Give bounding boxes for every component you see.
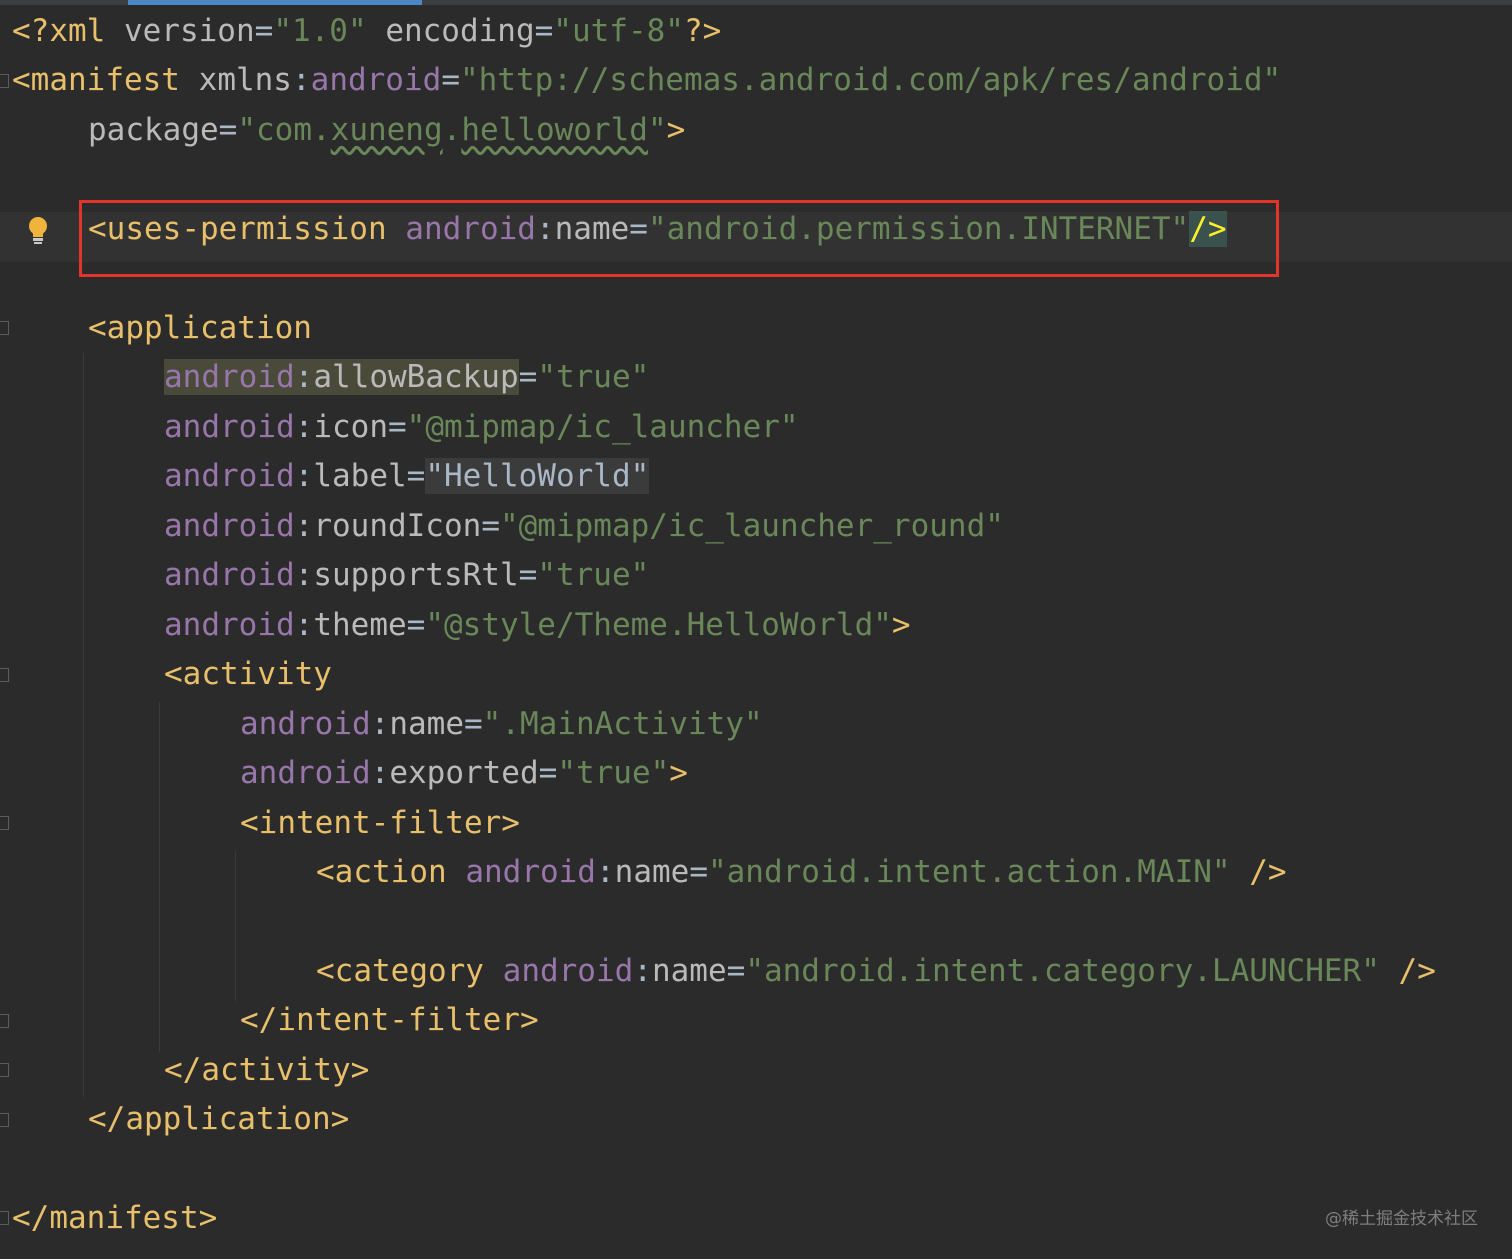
code-line-activity-close: </activity> <box>164 1047 369 1093</box>
fold-icon[interactable] <box>0 1063 9 1077</box>
namespace-android: android <box>164 359 295 395</box>
attr-theme: theme <box>313 607 407 643</box>
code-editor[interactable]: <?xml version="1.0" encoding="utf-8"?> <… <box>0 8 1512 1259</box>
value-activity-name: ".MainActivity" <box>482 706 763 742</box>
code-line-app-attr: android:theme="@style/Theme.HelloWorld"> <box>164 607 911 643</box>
attr-exported: exported <box>389 755 539 791</box>
attr-supportsrtl: supportsRtl <box>313 557 519 593</box>
attr-name: name <box>389 706 464 742</box>
namespace-android: android <box>240 755 371 791</box>
namespace-android: android <box>465 854 596 890</box>
namespace-android: android <box>164 458 295 494</box>
code-line-app-attr: android:roundIcon="@mipmap/ic_launcher_r… <box>164 508 1004 544</box>
code-line-manifest-open: <manifest xmlns:android="http://schemas.… <box>12 62 1282 98</box>
value-package-typo[interactable]: xuneng <box>331 112 443 148</box>
tag-close: > <box>891 607 911 643</box>
attr-icon: icon <box>313 409 388 445</box>
fold-icon[interactable] <box>0 1211 9 1225</box>
value-action: "android.intent.action.MAIN" <box>707 854 1231 890</box>
value-category: "android.intent.category.LAUNCHER" <box>745 953 1380 989</box>
namespace-android: android <box>502 953 634 989</box>
code-line-activity-attr: android:exported="true"> <box>240 755 688 791</box>
fold-icon[interactable] <box>0 1014 9 1028</box>
tag-manifest-close: </manifest> <box>12 1200 218 1236</box>
xml-decl-open: <?xml <box>12 13 124 49</box>
value-roundicon: "@mipmap/ic_launcher_round" <box>499 508 1004 544</box>
value-allowbackup: "true" <box>537 359 650 395</box>
lightbulb-icon[interactable] <box>27 216 49 246</box>
indent-guide <box>159 702 160 1052</box>
indent-guide <box>83 353 84 1097</box>
namespace-android: android <box>164 557 295 593</box>
namespace-android: android <box>164 409 295 445</box>
fold-icon[interactable] <box>0 668 9 682</box>
fold-icon[interactable] <box>0 74 9 88</box>
code-line-application-open: <application <box>88 305 312 351</box>
value-package-suffix: " <box>647 112 667 148</box>
indent-guide <box>235 851 236 1001</box>
attr-allowbackup: allowBackup <box>313 359 519 395</box>
fold-icon[interactable] <box>0 816 9 830</box>
value-package-dot: . <box>442 112 462 148</box>
namespace-android: android <box>164 508 295 544</box>
tag-activity-close: </activity> <box>164 1052 370 1088</box>
code-line-action: <action android:name="android.intent.act… <box>316 854 1287 890</box>
tag-application: <application <box>88 310 312 346</box>
code-line-activity-attr: android:name=".MainActivity" <box>240 706 763 742</box>
xml-decl-close: ?> <box>683 13 722 49</box>
code-line-manifest-close: </manifest> <box>12 1195 217 1241</box>
tag-close: > <box>669 755 688 791</box>
code-line-app-attr: android:supportsRtl="true" <box>164 557 650 593</box>
value-supportsrtl: "true" <box>537 557 650 593</box>
code-line-app-attr: android:icon="@mipmap/ic_launcher" <box>164 409 799 445</box>
value-theme: "@style/Theme.HelloWorld" <box>425 607 892 643</box>
tag-close: > <box>666 112 686 148</box>
value-label-folded[interactable]: "HelloWorld" <box>425 458 650 494</box>
namespace-android: android <box>240 706 371 742</box>
value-exported: "true" <box>557 755 670 791</box>
tag-application-close: </application> <box>88 1101 350 1137</box>
value-version: "1.0" <box>273 13 367 49</box>
watermark-text: @稀土掘金技术社区 <box>1325 1209 1478 1229</box>
code-line-intent-filter-open: <intent-filter> <box>240 800 520 846</box>
tag-action: <action <box>316 854 447 890</box>
attr-encoding: encoding <box>385 13 535 49</box>
attr-roundicon: roundIcon <box>313 508 482 544</box>
code-line-category: <category android:name="android.intent.c… <box>316 953 1436 989</box>
value-icon: "@mipmap/ic_launcher" <box>406 409 799 445</box>
tag-category: <category <box>316 953 484 989</box>
attr-name: name <box>651 953 727 989</box>
attr-name: name <box>614 854 690 890</box>
code-line-app-attr: android:label="HelloWorld" <box>164 458 650 494</box>
attr-version: version <box>123 13 255 49</box>
tag-intent-filter-close: </intent-filter> <box>240 1002 539 1038</box>
annotation-highlight-box <box>79 200 1279 277</box>
tag-self-close: /> <box>1230 854 1287 890</box>
namespace-android: android <box>310 62 442 98</box>
tag-manifest: <manifest <box>12 62 180 98</box>
code-line-activity-open: <activity <box>164 651 332 697</box>
fold-icon[interactable] <box>0 1113 9 1127</box>
attr-xmlns: xmlns <box>198 62 292 98</box>
attr-package: package <box>88 112 219 148</box>
active-tab-indicator[interactable] <box>128 0 422 5</box>
value-package-prefix: "com. <box>237 112 331 148</box>
namespace-android: android <box>164 607 295 643</box>
code-line-xml-declaration: <?xml version="1.0" encoding="utf-8"?> <box>12 13 722 49</box>
tag-activity: <activity <box>164 656 332 692</box>
tag-self-close: /> <box>1379 953 1436 989</box>
tag-intent-filter: <intent-filter> <box>240 805 520 841</box>
code-line-package: package="com.xuneng.helloworld"> <box>88 112 686 148</box>
code-line-intent-filter-close: </intent-filter> <box>240 997 539 1043</box>
value-xmlns: "http://schemas.android.com/apk/res/andr… <box>459 62 1282 98</box>
fold-icon[interactable] <box>0 321 9 335</box>
value-package-typo[interactable]: helloworld <box>461 112 648 148</box>
value-encoding: "utf-8" <box>553 13 684 49</box>
attr-label: label <box>313 458 407 494</box>
code-line-app-attr: android:allowBackup="true" <box>164 359 650 395</box>
code-line-application-close: </application> <box>88 1096 349 1142</box>
